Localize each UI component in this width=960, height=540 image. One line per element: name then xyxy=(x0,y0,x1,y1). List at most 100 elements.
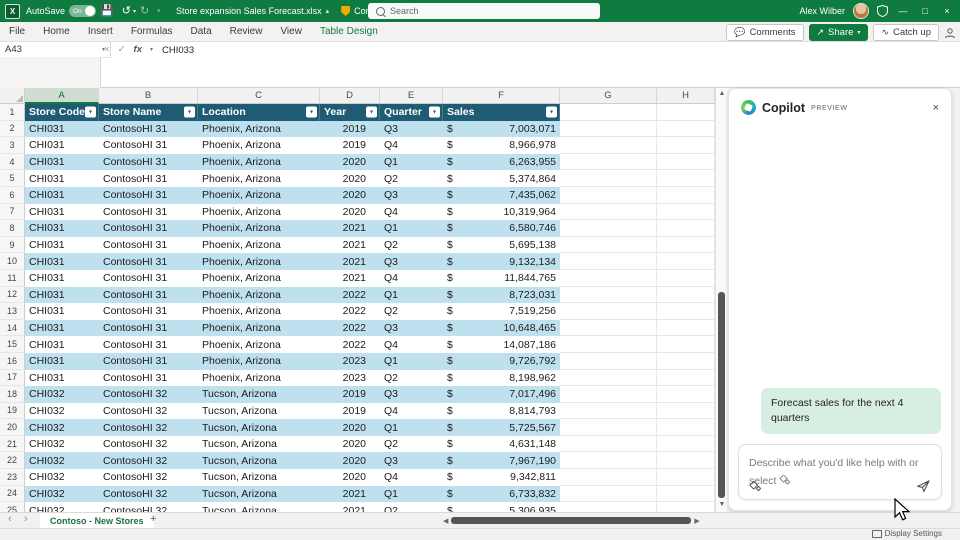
cell[interactable]: CHI031 xyxy=(25,336,99,353)
cell[interactable]: ContosoHI 31 xyxy=(99,121,198,138)
cell[interactable]: 2022 xyxy=(320,303,380,320)
cell[interactable]: $7,003,071 xyxy=(443,121,560,138)
cell[interactable]: Phoenix, Arizona xyxy=(198,220,320,237)
cell[interactable]: ContosoHI 32 xyxy=(99,436,198,453)
cell[interactable]: 2021 xyxy=(320,253,380,270)
cell[interactable]: $14,087,186 xyxy=(443,336,560,353)
row-number[interactable]: 9 xyxy=(0,237,25,254)
empty-cell[interactable] xyxy=(560,353,657,370)
cell[interactable]: Tucson, Arizona xyxy=(198,452,320,469)
autosave-switch[interactable]: On xyxy=(69,5,96,17)
save-icon[interactable]: 💾 xyxy=(100,0,114,22)
empty-cell[interactable] xyxy=(560,436,657,453)
filter-icon[interactable]: ▾ xyxy=(429,107,440,118)
empty-cell[interactable] xyxy=(657,237,715,254)
cell[interactable]: Q3 xyxy=(380,253,443,270)
cell[interactable]: $9,726,792 xyxy=(443,353,560,370)
cell[interactable]: $9,342,811 xyxy=(443,469,560,486)
empty-cell[interactable] xyxy=(657,403,715,420)
empty-cell[interactable] xyxy=(657,137,715,154)
cell[interactable]: $5,695,138 xyxy=(443,237,560,254)
cell[interactable]: CHI031 xyxy=(25,237,99,254)
empty-cell[interactable] xyxy=(657,502,715,512)
cell[interactable]: 2022 xyxy=(320,320,380,337)
empty-cell[interactable] xyxy=(560,220,657,237)
cell[interactable]: Q2 xyxy=(380,370,443,387)
row-number[interactable]: 3 xyxy=(0,137,25,154)
cell[interactable]: 2020 xyxy=(320,187,380,204)
cell[interactable]: Q2 xyxy=(380,237,443,254)
row-number[interactable]: 4 xyxy=(0,154,25,171)
cell[interactable]: $6,263,955 xyxy=(443,154,560,171)
row-number[interactable]: 19 xyxy=(0,403,25,420)
confirm-entry-icon[interactable]: ✓ xyxy=(118,44,126,55)
cell[interactable]: 2021 xyxy=(320,502,380,512)
empty-cell[interactable] xyxy=(560,403,657,420)
cell[interactable]: CHI031 xyxy=(25,270,99,287)
cell[interactable]: Phoenix, Arizona xyxy=(198,187,320,204)
filter-icon[interactable]: ▾ xyxy=(306,107,317,118)
cell[interactable]: $4,631,148 xyxy=(443,436,560,453)
filter-icon[interactable]: ▾ xyxy=(184,107,195,118)
avatar[interactable] xyxy=(853,3,869,19)
empty-cell[interactable] xyxy=(657,270,715,287)
cell[interactable]: 2019 xyxy=(320,121,380,138)
cell[interactable]: Phoenix, Arizona xyxy=(198,204,320,221)
empty-cell[interactable] xyxy=(657,353,715,370)
name-box[interactable]: A43 ▾ xyxy=(0,42,111,58)
tab-home[interactable]: Home xyxy=(34,22,79,42)
empty-cell[interactable] xyxy=(560,336,657,353)
empty-cell[interactable] xyxy=(560,452,657,469)
cell[interactable]: $7,967,190 xyxy=(443,452,560,469)
cell[interactable]: CHI031 xyxy=(25,170,99,187)
cell[interactable]: ContosoHI 31 xyxy=(99,303,198,320)
cell[interactable]: 2019 xyxy=(320,403,380,420)
empty-cell[interactable] xyxy=(560,486,657,503)
cell[interactable]: Tucson, Arizona xyxy=(198,436,320,453)
column-header-b[interactable]: B xyxy=(99,88,198,104)
row-number[interactable]: 10 xyxy=(0,253,25,270)
column-header-a[interactable]: A xyxy=(25,88,99,104)
cell[interactable]: 2020 xyxy=(320,170,380,187)
sheet-nav-prev-icon[interactable]: ‹ xyxy=(8,513,12,525)
close-button[interactable]: × xyxy=(940,6,954,16)
cell[interactable]: $5,725,567 xyxy=(443,419,560,436)
tab-formulas[interactable]: Formulas xyxy=(122,22,182,42)
cell[interactable]: ContosoHI 31 xyxy=(99,353,198,370)
cell[interactable]: $5,306,935 xyxy=(443,502,560,512)
cell[interactable]: CHI032 xyxy=(25,386,99,403)
cell[interactable]: $5,374,864 xyxy=(443,170,560,187)
empty-cell[interactable] xyxy=(560,320,657,337)
scroll-right-icon[interactable]: ▶ xyxy=(694,517,699,525)
empty-cell[interactable] xyxy=(560,270,657,287)
column-header-h[interactable]: H xyxy=(657,88,715,104)
cell[interactable]: Phoenix, Arizona xyxy=(198,353,320,370)
cell[interactable]: CHI032 xyxy=(25,502,99,512)
cell[interactable]: 2020 xyxy=(320,419,380,436)
cell[interactable]: CHI031 xyxy=(25,253,99,270)
cell[interactable]: Tucson, Arizona xyxy=(198,486,320,503)
document-title[interactable]: Store expansion Sales Forecast.xlsx xyxy=(176,6,322,16)
row-number[interactable]: 20 xyxy=(0,419,25,436)
cell[interactable]: 2022 xyxy=(320,336,380,353)
column-header-c[interactable]: C xyxy=(198,88,320,104)
cell[interactable]: Phoenix, Arizona xyxy=(198,137,320,154)
cell[interactable]: Q2 xyxy=(380,303,443,320)
cell[interactable]: Phoenix, Arizona xyxy=(198,121,320,138)
cell[interactable]: CHI031 xyxy=(25,370,99,387)
header-cell-location[interactable]: Location▾ xyxy=(198,104,320,121)
cell[interactable]: ContosoHI 31 xyxy=(99,320,198,337)
cell[interactable]: ContosoHI 31 xyxy=(99,170,198,187)
row-number[interactable]: 7 xyxy=(0,204,25,221)
empty-cell[interactable] xyxy=(560,237,657,254)
cell[interactable]: 2023 xyxy=(320,353,380,370)
cell[interactable]: ContosoHI 32 xyxy=(99,452,198,469)
empty-cell[interactable] xyxy=(657,104,715,121)
cell[interactable]: Q3 xyxy=(380,386,443,403)
filter-icon[interactable]: ▾ xyxy=(85,107,96,118)
empty-cell[interactable] xyxy=(657,220,715,237)
cell[interactable]: 2021 xyxy=(320,270,380,287)
filter-icon[interactable]: ▾ xyxy=(366,107,377,118)
cell[interactable]: Q1 xyxy=(380,154,443,171)
row-number[interactable]: 25 xyxy=(0,502,25,512)
